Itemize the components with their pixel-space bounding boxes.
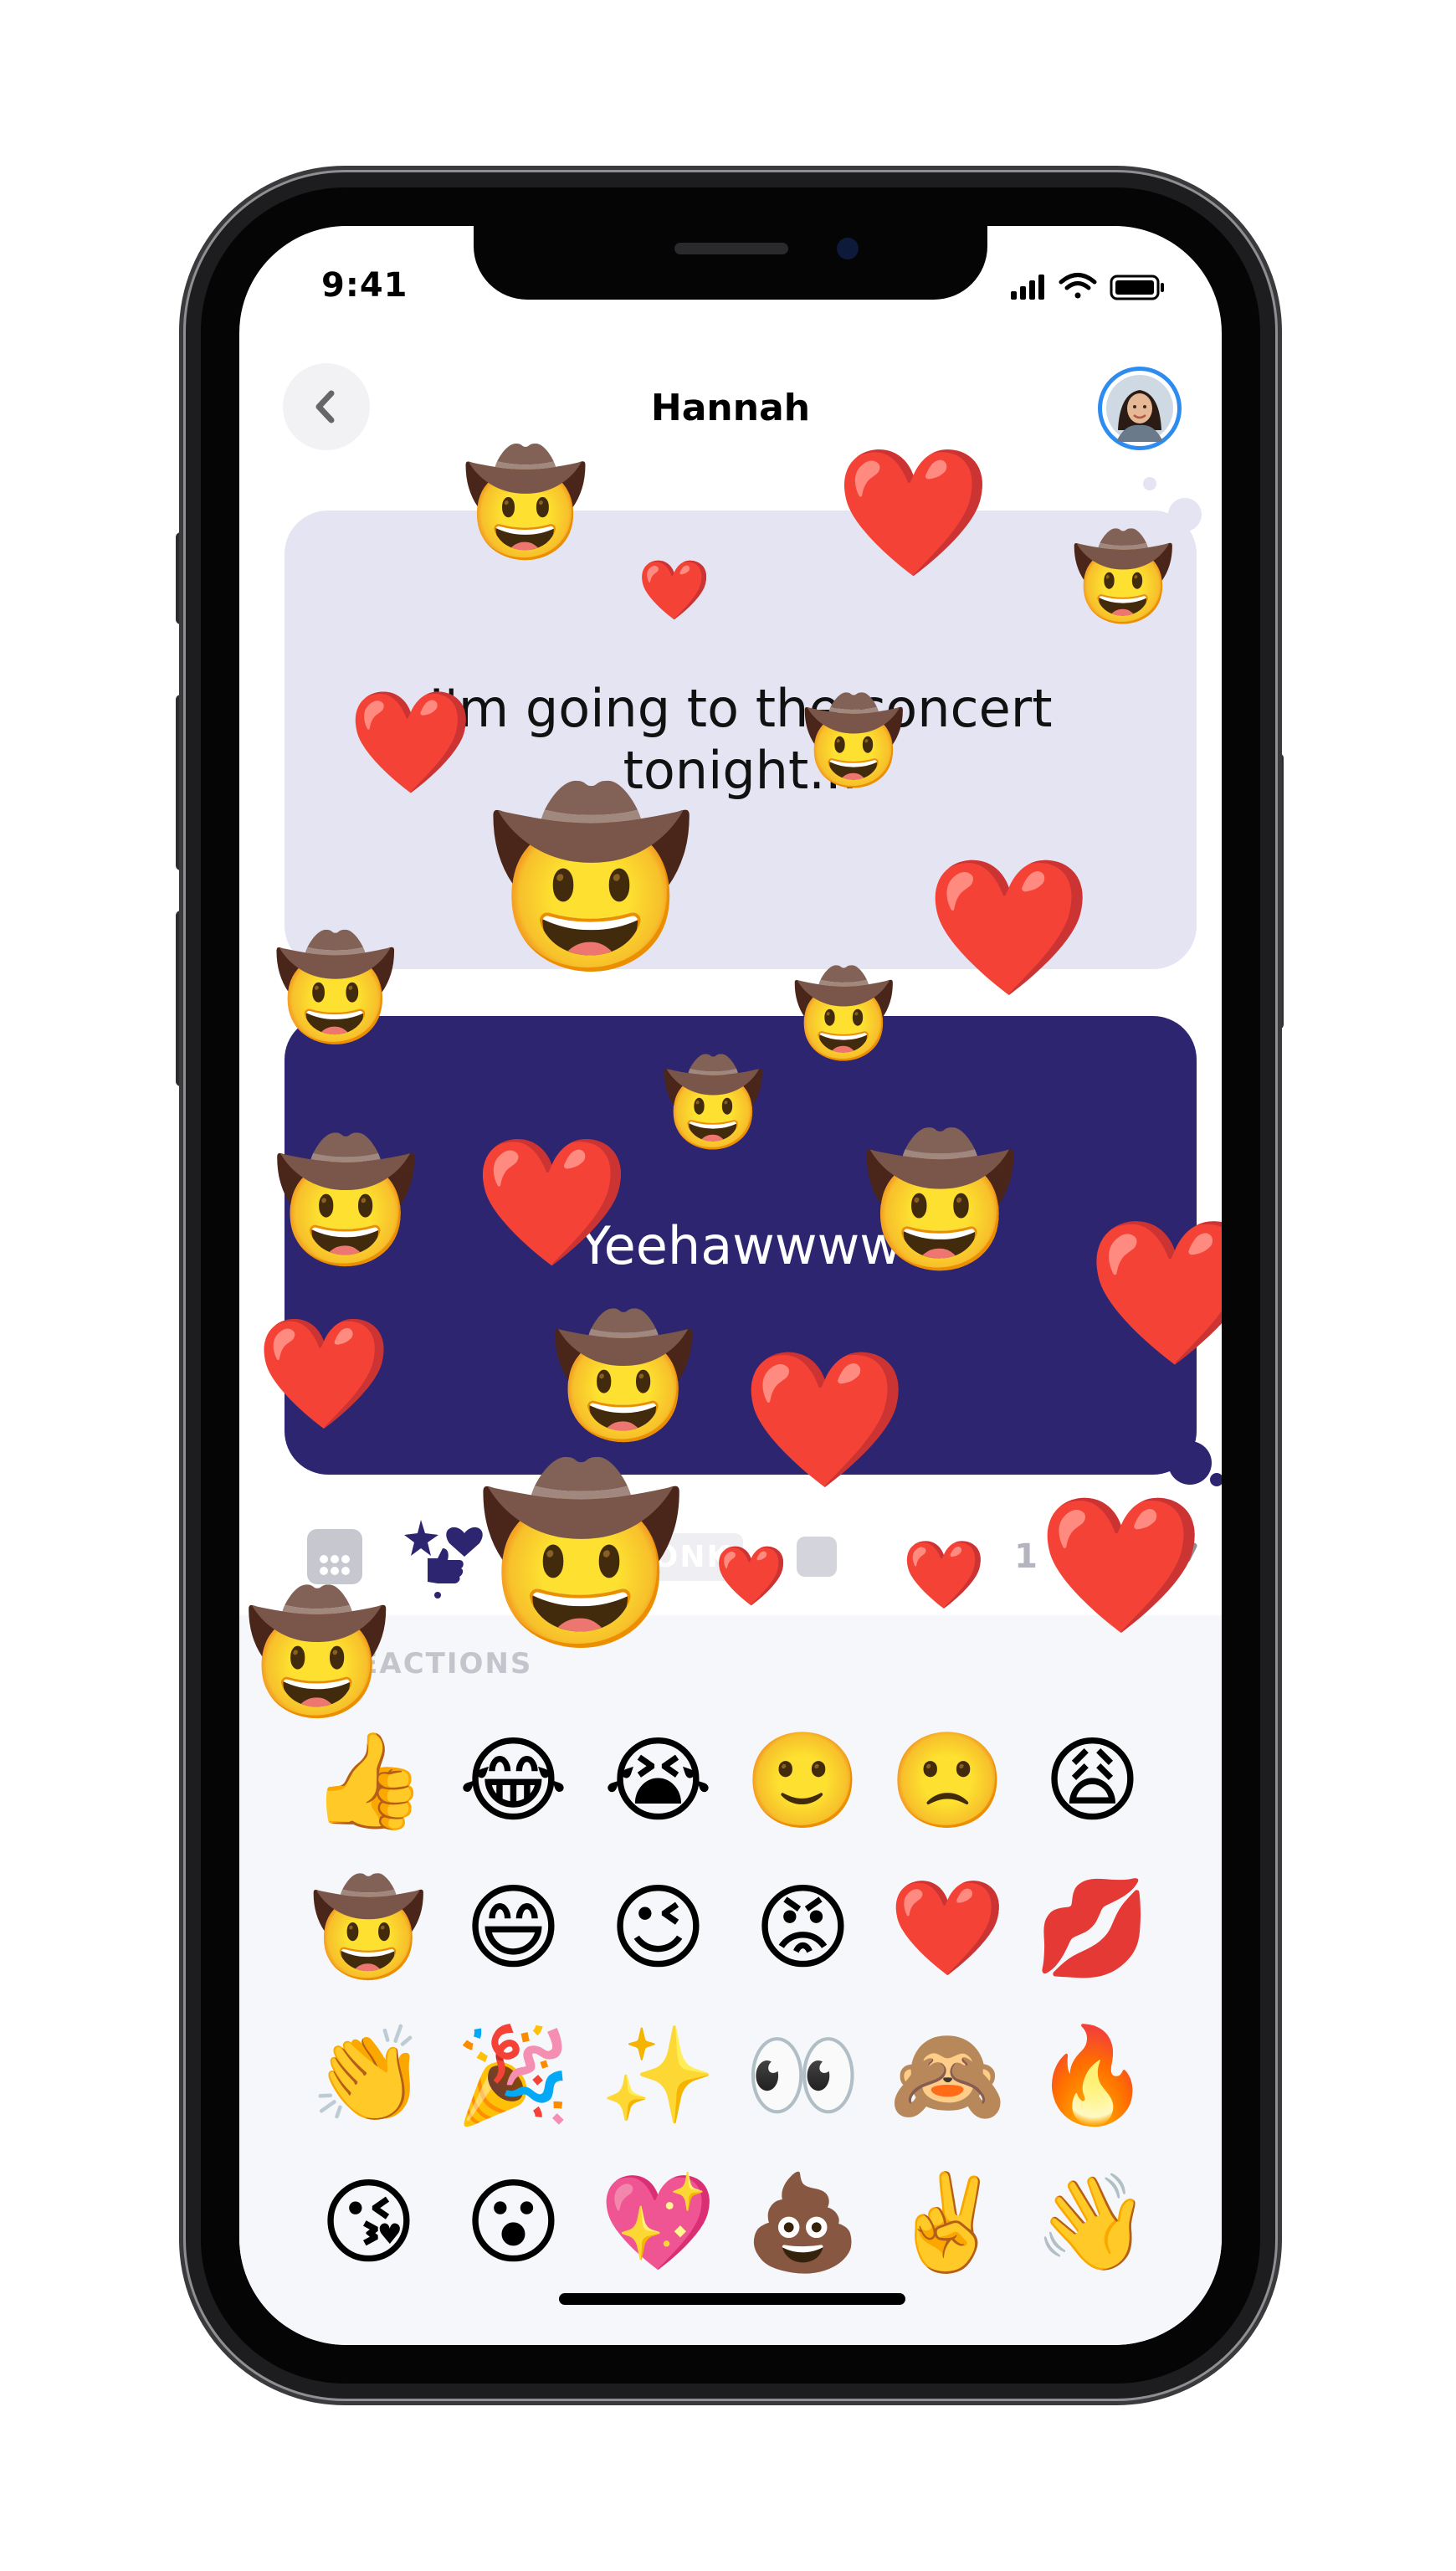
floating-heart-emoji: ❤️ (835, 440, 992, 586)
floating-cowboy-emoji: 🤠 (462, 444, 589, 562)
floating-heart-emoji: ❤️ (925, 849, 1093, 1005)
floating-cowboy-emoji: 🤠 (661, 1054, 766, 1152)
floating-reaction-layer: 🤠 ❤️ ❤️ 🤠 ❤️ 🤠 🤠 ❤️ 🤠 🤠 🤠 🤠 ❤️ 🤠 ❤️ ❤️ 🤠 ❤️ 🤠 ❤️ ❤️ ❤️ 🤠 (239, 226, 1222, 2345)
floating-cowboy-emoji: 🤠 (244, 1585, 391, 1722)
floating-cowboy-emoji: 🤠 (273, 1133, 419, 1270)
floating-cowboy-emoji: 🤠 (551, 1309, 697, 1445)
floating-cowboy-emoji: 🤠 (862, 1128, 1018, 1274)
phone-screen: 9:41 Hannah I'm going to the concert ton… (239, 226, 1222, 2345)
floating-cowboy-emoji: 🤠 (792, 965, 896, 1063)
floating-cowboy-emoji: 🤠 (477, 1457, 686, 1652)
floating-heart-emoji: ❤️ (1086, 1210, 1222, 1376)
floating-heart-emoji: ❤️ (638, 556, 711, 624)
floating-heart-emoji: ❤️ (474, 1130, 630, 1275)
floating-heart-emoji: ❤️ (348, 685, 474, 801)
floating-cowboy-emoji: 🤠 (1071, 528, 1176, 626)
floating-cowboy-emoji: 🤠 (273, 931, 398, 1047)
floating-cowboy-emoji: 🤠 (487, 781, 696, 976)
floating-heart-emoji: ❤️ (1038, 1486, 1205, 1643)
floating-heart-emoji: ❤️ (902, 1536, 986, 1614)
floating-heart-emoji: ❤️ (256, 1310, 392, 1437)
floating-cowboy-emoji: 🤠 (802, 692, 906, 790)
floating-heart-emoji: ❤️ (741, 1341, 909, 1497)
floating-heart-emoji: ❤️ (715, 1542, 788, 1610)
